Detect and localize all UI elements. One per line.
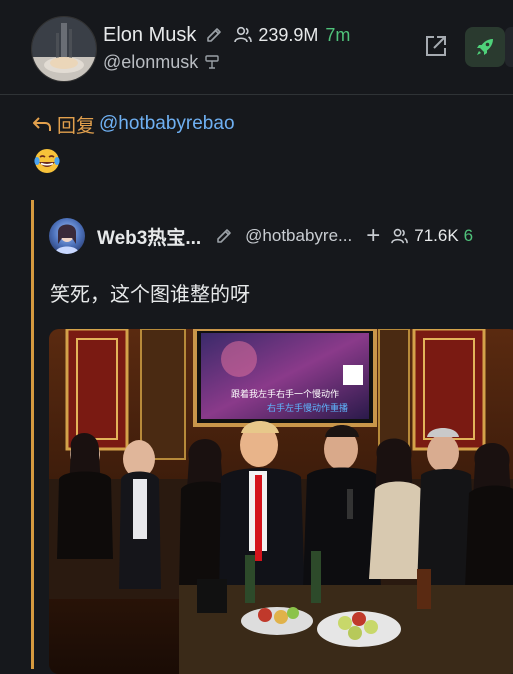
screen-lyric-line-2: 右手左手慢动作重播 [267, 402, 348, 414]
boost-button[interactable] [465, 27, 505, 67]
rocket-launch-image [32, 17, 96, 81]
quoted-photo[interactable]: 跟着我左手右手一个慢动作 右手左手慢动作重播 [49, 329, 513, 674]
screen-lyric-line-1: 跟着我左手右手一个慢动作 [231, 388, 339, 400]
author-followers: 239.9M [258, 24, 319, 45]
open-external-icon[interactable] [423, 33, 449, 59]
quoted-handle[interactable]: @hotbabyre... [245, 226, 352, 246]
pencil-icon[interactable] [215, 227, 233, 245]
author-avatar[interactable] [31, 16, 97, 82]
followers-icon [390, 227, 409, 246]
more-button[interactable] [505, 27, 513, 67]
quoted-followers: 71.6K [414, 226, 459, 245]
quoted-text: 笑死，这个图谁整的呀 [50, 284, 250, 306]
quoted-post-age: 6 [463, 226, 474, 245]
quoted-author-row: Web3热宝... @hotbabyre... + 71.6K 6 [97, 223, 474, 250]
author-handle-row: @elonmusk [103, 50, 220, 74]
author-handle[interactable]: @elonmusk [103, 52, 198, 73]
reply-arrow-icon [31, 113, 53, 135]
laughing-emoji [33, 147, 61, 175]
rocket-icon [477, 39, 493, 55]
reply-label: 回复 [57, 115, 96, 137]
pencil-icon[interactable] [205, 26, 223, 44]
author-display-name[interactable]: Elon Musk [103, 24, 196, 47]
followers-icon [233, 25, 253, 45]
reply-context: 回复 @hotbabyrebao [31, 111, 235, 137]
signpost-icon [204, 54, 220, 70]
follow-plus-icon[interactable]: + [366, 224, 380, 248]
quoted-author-avatar[interactable] [49, 218, 85, 254]
post-age: 7m [325, 24, 351, 45]
author-name-row: Elon Musk 239.9M 7m [103, 22, 350, 48]
quote-bar [31, 200, 34, 669]
reply-to-handle[interactable]: @hotbabyrebao [99, 113, 235, 135]
header-divider [0, 94, 513, 95]
quoted-display-name[interactable]: Web3热宝... [97, 223, 201, 250]
